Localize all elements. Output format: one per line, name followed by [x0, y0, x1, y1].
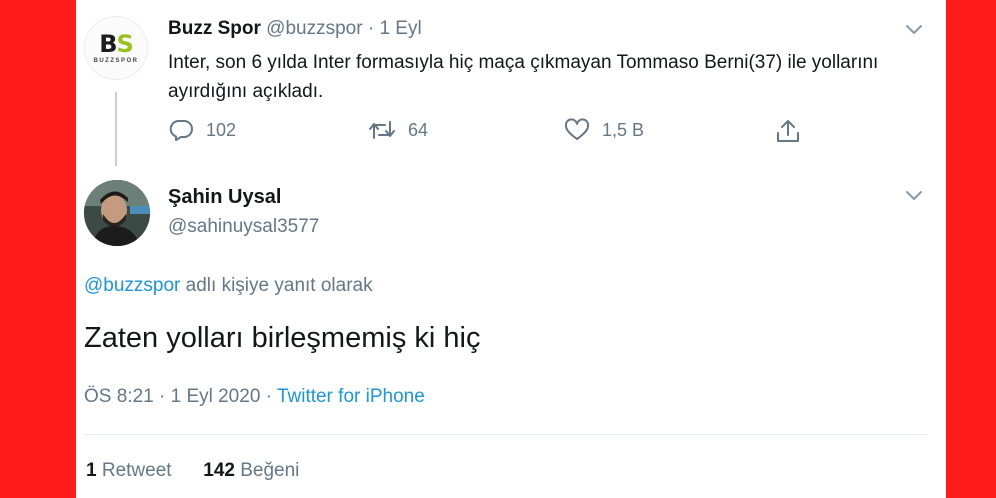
tweet-source-link[interactable]: Twitter for iPhone: [277, 386, 425, 407]
retweets-count: 1: [86, 460, 97, 481]
sahinuysal-avatar[interactable]: [84, 180, 150, 246]
retweets-stat[interactable]: 1 Retweet: [86, 460, 177, 481]
parent-handle[interactable]: @buzzspor: [266, 18, 362, 39]
likes-count: 142: [203, 460, 235, 481]
reply-display-name[interactable]: Şahin Uysal: [168, 186, 281, 209]
parent-tweet-header: Buzz Spor @buzzspor · 1 Eyl: [168, 18, 422, 40]
like-action[interactable]: 1,5 B: [564, 118, 644, 142]
tweet-meta: ÖS 8:21 · 1 Eyl 2020 · Twitter for iPhon…: [84, 386, 425, 408]
divider: [84, 434, 928, 435]
reply-icon: [169, 120, 193, 141]
avatar-logo-s: S: [116, 30, 134, 58]
replying-mention-link[interactable]: @buzzspor: [84, 275, 180, 296]
like-count: 1,5 B: [602, 119, 645, 140]
reply-action[interactable]: 102: [168, 118, 236, 142]
reply-handle[interactable]: @sahinuysal3577: [168, 216, 319, 238]
like-icon: [564, 118, 590, 140]
parent-display-name[interactable]: Buzz Spor: [168, 18, 261, 39]
chevron-down-icon[interactable]: [904, 22, 924, 36]
retweet-icon: [369, 121, 395, 139]
reply-tweet-text: Zaten yolları birleşmemiş ki hiç: [84, 322, 481, 354]
parent-tweet-text: Inter, son 6 yılda Inter formasıyla hiç …: [168, 52, 879, 102]
reply-count: 102: [206, 119, 237, 140]
buzzspor-avatar[interactable]: BS BUZZSPOR: [84, 16, 148, 80]
share-action[interactable]: [774, 118, 802, 144]
replying-to-line: @buzzspor adlı kişiye yanıt olarak: [84, 275, 373, 297]
engagement-stats: 1 Retweet 142 Beğeni: [86, 460, 299, 482]
likes-stat[interactable]: 142 Beğeni: [203, 460, 299, 481]
likes-label: Beğeni: [240, 460, 300, 481]
avatar-logo: BS: [99, 30, 134, 58]
thread-connector: [115, 92, 117, 166]
retweet-count: 64: [408, 119, 429, 140]
retweets-label: Retweet: [101, 460, 172, 481]
share-icon: [777, 120, 799, 142]
retweet-action[interactable]: 64: [368, 118, 428, 142]
avatar-logo-subtext: BUZZSPOR: [93, 58, 139, 64]
profile-photo-icon: [84, 180, 150, 246]
chevron-down-icon[interactable]: [904, 188, 924, 202]
replying-suffix: adlı kişiye yanıt olarak: [185, 275, 373, 296]
parent-separator: ·: [367, 18, 375, 39]
parent-time[interactable]: 1 Eyl: [379, 18, 421, 39]
tweet-timestamp[interactable]: ÖS 8:21 · 1 Eyl 2020 ·: [84, 386, 272, 407]
